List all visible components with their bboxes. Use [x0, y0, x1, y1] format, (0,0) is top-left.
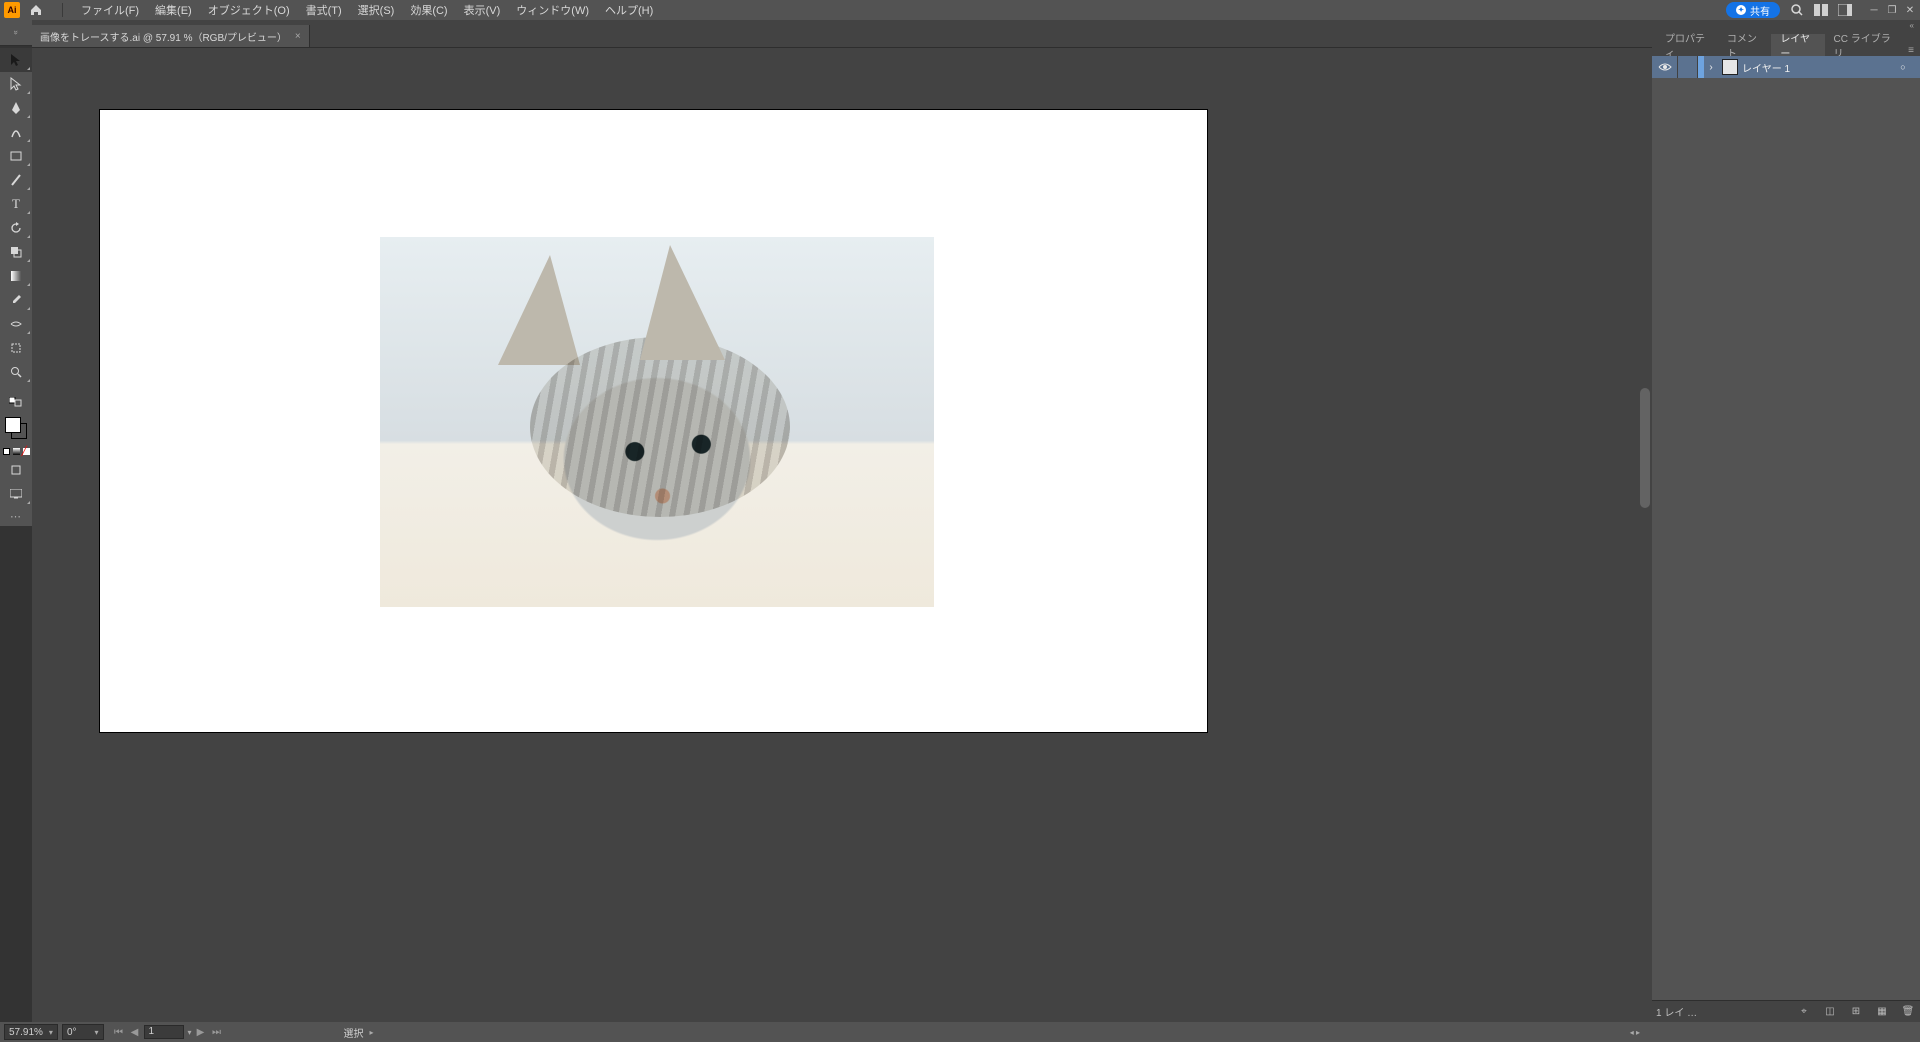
- gradient-tool[interactable]: [0, 264, 32, 288]
- layers-footer: 1 レイ … ⌖ ◫ ⊞ ▦ 🗑: [1652, 1000, 1920, 1022]
- menu-window[interactable]: ウィンドウ(W): [508, 2, 597, 18]
- fill-stroke-swatches[interactable]: [0, 414, 32, 444]
- zoom-tool[interactable]: [0, 360, 32, 384]
- chevron-down-icon: ▾: [95, 1028, 99, 1037]
- chevron-down-icon: ▾: [188, 1028, 192, 1037]
- artboard[interactable]: [100, 110, 1207, 732]
- placed-image[interactable]: [380, 237, 934, 607]
- menu-object[interactable]: オブジェクト(O): [200, 2, 298, 18]
- color-mode-row[interactable]: ╱: [0, 444, 32, 458]
- layer-thumbnail[interactable]: [1722, 59, 1738, 75]
- artboard-number-field[interactable]: 1: [144, 1025, 184, 1039]
- arrange-documents-icon[interactable]: [1814, 4, 1828, 16]
- menu-help[interactable]: ヘルプ(H): [597, 2, 661, 18]
- fill-swatch[interactable]: [5, 417, 21, 433]
- locate-object-icon[interactable]: ⌖: [1796, 1006, 1812, 1017]
- screen-mode[interactable]: [0, 482, 32, 506]
- right-panel-collapsed-grip[interactable]: «: [1652, 20, 1920, 30]
- layer-name[interactable]: レイヤー 1: [1742, 60, 1790, 75]
- menu-items: ファイル(F) 編集(E) オブジェクト(O) 書式(T) 選択(S) 効果(C…: [73, 2, 661, 18]
- right-panel-group: プロパティ コメント レイヤー CC ライブラリ ≡ › レイヤー 1 ○ 1 …: [1652, 30, 1920, 1022]
- menu-select[interactable]: 選択(S): [350, 2, 403, 18]
- eyedropper-tool[interactable]: [0, 288, 32, 312]
- close-tab-button[interactable]: ×: [295, 31, 301, 42]
- close-window-button[interactable]: ✕: [1904, 4, 1916, 16]
- first-artboard-button[interactable]: ⏮: [112, 1027, 126, 1038]
- color-mode-gradient[interactable]: [13, 448, 20, 455]
- status-menu-chevron[interactable]: ▸: [370, 1028, 374, 1037]
- tab-properties[interactable]: プロパティ: [1656, 34, 1718, 56]
- share-user-icon: ✦: [1736, 5, 1746, 15]
- layer-count-label: 1 レイ …: [1656, 1004, 1697, 1019]
- tab-layers[interactable]: レイヤー: [1771, 34, 1824, 56]
- color-mode-solid[interactable]: [3, 448, 10, 455]
- pen-tool[interactable]: [0, 96, 32, 120]
- edit-toolbar-button[interactable]: ⋯: [0, 506, 32, 526]
- delete-layer-icon[interactable]: 🗑: [1900, 1006, 1916, 1017]
- menu-file[interactable]: ファイル(F): [73, 2, 147, 18]
- menu-separator: [62, 3, 63, 17]
- symbol-sprayer-tool[interactable]: [0, 312, 32, 336]
- share-button[interactable]: ✦ 共有: [1726, 2, 1780, 18]
- share-label: 共有: [1750, 3, 1770, 18]
- current-tool-label: 選択: [344, 1025, 364, 1040]
- app-logo[interactable]: Ai: [4, 2, 20, 18]
- zoom-field[interactable]: 57.91% ▾: [4, 1024, 58, 1040]
- shape-builder-tool[interactable]: [0, 240, 32, 264]
- rotation-value: 0°: [67, 1027, 77, 1038]
- layer-row[interactable]: › レイヤー 1 ○: [1652, 56, 1920, 78]
- chevron-down-icon: ▾: [49, 1028, 53, 1037]
- workspace-switcher-icon[interactable]: [1838, 4, 1852, 16]
- next-artboard-button[interactable]: ▶: [194, 1027, 208, 1038]
- rotate-tool[interactable]: [0, 216, 32, 240]
- home-button[interactable]: [28, 2, 44, 18]
- rotation-field[interactable]: 0° ▾: [62, 1024, 104, 1040]
- draw-mode-normal[interactable]: [0, 458, 32, 482]
- selection-tool[interactable]: [0, 48, 32, 72]
- menu-type[interactable]: 書式(T): [298, 2, 350, 18]
- zoom-value: 57.91%: [9, 1027, 43, 1038]
- fill-stroke-toggle[interactable]: [0, 390, 32, 414]
- menu-view[interactable]: 表示(V): [456, 2, 509, 18]
- direct-selection-tool[interactable]: [0, 72, 32, 96]
- create-sublayer-icon[interactable]: ⊞: [1848, 1006, 1864, 1017]
- layer-visibility-toggle[interactable]: [1652, 56, 1678, 78]
- menu-bar: Ai ファイル(F) 編集(E) オブジェクト(O) 書式(T) 選択(S) 効…: [0, 0, 1920, 20]
- document-tab[interactable]: 画像をトレースする.ai @ 57.91 %（RGB/プレビュー） ×: [32, 25, 310, 47]
- vertical-scrollbar[interactable]: [1638, 48, 1652, 1022]
- placed-image-detail: [530, 337, 790, 517]
- document-tab-bar: 画像をトレースする.ai @ 57.91 %（RGB/プレビュー） ×: [32, 20, 1652, 48]
- rectangle-tool[interactable]: [0, 144, 32, 168]
- document-tab-title: 画像をトレースする.ai @ 57.91 %（RGB/プレビュー）: [40, 29, 287, 44]
- tools-panel: T ╱ ⋯: [0, 48, 32, 526]
- tab-cc-libraries[interactable]: CC ライブラリ: [1825, 34, 1903, 56]
- search-icon[interactable]: [1790, 3, 1804, 17]
- artboard-navigator: ⏮ ◀ 1 ▾ ▶ ⏭: [112, 1025, 224, 1039]
- minimize-button[interactable]: ─: [1868, 4, 1880, 16]
- panel-tabs: プロパティ コメント レイヤー CC ライブラリ ≡: [1652, 30, 1920, 56]
- last-artboard-button[interactable]: ⏭: [210, 1027, 224, 1038]
- layers-list: › レイヤー 1 ○: [1652, 56, 1920, 1000]
- layer-twirl[interactable]: ›: [1704, 62, 1718, 73]
- horizontal-scroll-indicator[interactable]: ◂ ▸: [1630, 1028, 1640, 1037]
- color-mode-none[interactable]: ╱: [23, 448, 30, 455]
- menu-edit[interactable]: 編集(E): [147, 2, 200, 18]
- maximize-button[interactable]: ❐: [1886, 4, 1898, 16]
- tab-comments[interactable]: コメント: [1718, 34, 1771, 56]
- curvature-tool[interactable]: [0, 120, 32, 144]
- make-clipping-mask-icon[interactable]: ◫: [1822, 1006, 1838, 1017]
- new-layer-icon[interactable]: ▦: [1874, 1006, 1890, 1017]
- layer-target-button[interactable]: ○: [1894, 62, 1912, 72]
- prev-artboard-button[interactable]: ◀: [128, 1027, 142, 1038]
- vertical-scroll-thumb[interactable]: [1640, 388, 1650, 508]
- panel-menu-button[interactable]: ≡: [1902, 45, 1920, 56]
- left-panel-collapsed-grip[interactable]: »: [0, 20, 32, 46]
- menu-effect[interactable]: 効果(C): [402, 2, 455, 18]
- artboard-tool[interactable]: [0, 336, 32, 360]
- type-tool[interactable]: T: [0, 192, 32, 216]
- canvas-viewport[interactable]: [32, 48, 1652, 1022]
- paintbrush-tool[interactable]: [0, 168, 32, 192]
- layer-lock-toggle[interactable]: [1678, 56, 1698, 78]
- status-bar: 57.91% ▾ 0° ▾ ⏮ ◀ 1 ▾ ▶ ⏭ 選択 ▸ ◂ ▸: [0, 1022, 1920, 1042]
